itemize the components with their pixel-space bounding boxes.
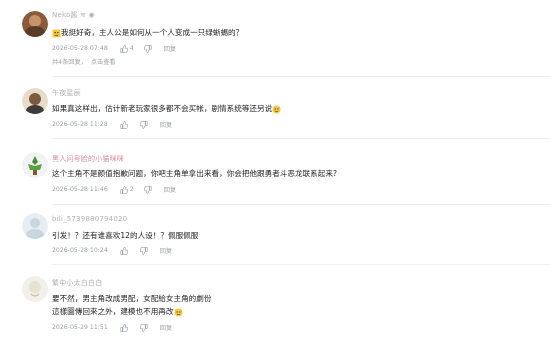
comment-text-line: 要不然，男主角改成男配，女配給女主角的劇份 [52,294,212,303]
like-button[interactable]: 4 [120,44,134,53]
comment-text-body: 这个主角不是颜值抱歉问题，你吧主角单拿出来看，你会把他跟勇者斗恶龙联系起来? [52,169,337,178]
sweat-emoji-icon [272,104,281,114]
comment-text-body: 如果真这样出，估计新老玩家很多都不会买帐，剧情系统等还另说 [52,104,273,113]
comment-meta: 2026-05-28 10:24 回复 [52,246,172,255]
reply-button[interactable]: 回复 [160,246,172,255]
thumbs-down-icon [139,120,148,129]
dislike-button[interactable] [139,323,148,332]
thumbs-down-icon [143,44,152,53]
thumbs-up-icon [120,323,128,332]
like-button[interactable] [120,246,130,255]
reply-button[interactable]: 回复 [164,185,176,194]
thumbs-up-icon [120,246,128,255]
like-button[interactable] [120,120,130,129]
comment-meta: 2026-05-28 07:48 4 回复 [52,44,176,53]
comment-text: 我挺好奇，主人公是如何从一个人变成一只绿蜥蜴的？ [52,26,243,39]
dislike-button[interactable] [143,185,152,194]
comment-time: 2026-05-28 11:28 [52,121,108,128]
username[interactable]: 黑人问号脸的小猫咪咪 [52,154,124,164]
reply-button[interactable]: 回复 [160,323,172,332]
sweat-emoji-icon [173,307,183,317]
like-count: 4 [129,45,134,52]
avatar[interactable] [22,11,48,37]
thumbs-down-icon [139,323,148,332]
comment-text-body: 我挺好奇，主人公是如何从一个人变成一只绿蜥蜴的？ [61,28,244,37]
dislike-button[interactable] [139,120,148,129]
comment-text-body: 這樣圖傳回來之外，建模也不用再改 [52,307,174,316]
avatar[interactable] [22,276,48,302]
comment-text: 如果真这样出，估计新老玩家很多都不会买帐，剧情系统等还另说 [52,102,281,115]
avatar[interactable] [22,213,48,239]
view-replies-link[interactable]: 点击查看 [91,59,116,66]
comment-item: 午夜星辰 如果真这样出，估计新老玩家很多都不会买帐，剧情系统等还另说 2026-… [0,78,550,144]
comment-meta: 2026-05-28 11:28 回复 [52,120,172,129]
comment-item: 繁中小太白白白 要不然，男主角改成男配，女配給女主角的劇份 這樣圖傳回來之外，建… [0,270,550,340]
comment-time: 2026-05-28 11:46 [52,186,108,193]
thumbs-down-icon [139,246,148,255]
comment-meta: 2026-05-29 11:51 回复 [52,323,172,332]
thumbs-up-icon [120,120,128,129]
like-count: 2 [129,186,134,193]
comment-text: 引发！？还有谁喜欢12的人设！？佩服佩服 [52,229,198,242]
reply-button[interactable]: 回复 [164,44,176,53]
comment-item: bili_5739880794020 引发！？还有谁喜欢12的人设！？佩服佩服 … [0,206,550,266]
comment-text-line: 這樣圖傳回來之外，建模也不用再改 [52,305,211,318]
comment-time: 2026-05-28 10:24 [52,247,108,254]
dislike-button[interactable] [143,44,152,53]
avatar[interactable] [22,152,48,178]
username[interactable]: 午夜星辰 [52,88,81,98]
username[interactable]: Neko酱 ≋ ◉ [52,10,95,20]
divider [52,204,550,205]
comment-time: 2026-05-29 11:51 [52,324,108,331]
like-button[interactable] [120,323,130,332]
comment-item: Neko酱 ≋ ◉ 我挺好奇，主人公是如何从一个人变成一只绿蜥蜴的？ 2026-… [0,0,550,77]
divider [52,76,550,77]
divider [52,264,550,265]
thumbs-up-icon [120,185,128,194]
reply-summary: 共4条回复， 点击查看 [52,57,116,66]
avatar[interactable] [22,88,48,114]
username[interactable]: 繁中小太白白白 [52,278,102,288]
reply-button[interactable]: 回复 [160,120,172,129]
comment-time: 2026-05-28 07:48 [52,45,108,52]
dislike-button[interactable] [139,246,148,255]
reply-count: 共4条回复， [52,59,87,66]
comment-text-body: 引发！？还有谁喜欢12的人设！？佩服佩服 [52,231,199,240]
comment-item: 黑人问号脸的小猫咪咪 这个主角不是颜值抱歉问题，你吧主角单拿出来看，你会把他跟勇… [0,140,550,205]
thumbs-down-icon [143,185,152,194]
divider [52,138,550,139]
comment-meta: 2026-05-28 11:46 2 回复 [52,185,176,194]
comment-text: 这个主角不是颜值抱歉问题，你吧主角单拿出来看，你会把他跟勇者斗恶龙联系起来? [52,167,337,180]
comment-text: 要不然，男主角改成男配，女配給女主角的劇份 這樣圖傳回來之外，建模也不用再改 [52,292,211,318]
thumbs-up-icon [120,44,128,53]
username[interactable]: bili_5739880794020 [52,215,127,223]
like-button[interactable]: 2 [120,185,134,194]
think-emoji-icon [52,28,61,38]
